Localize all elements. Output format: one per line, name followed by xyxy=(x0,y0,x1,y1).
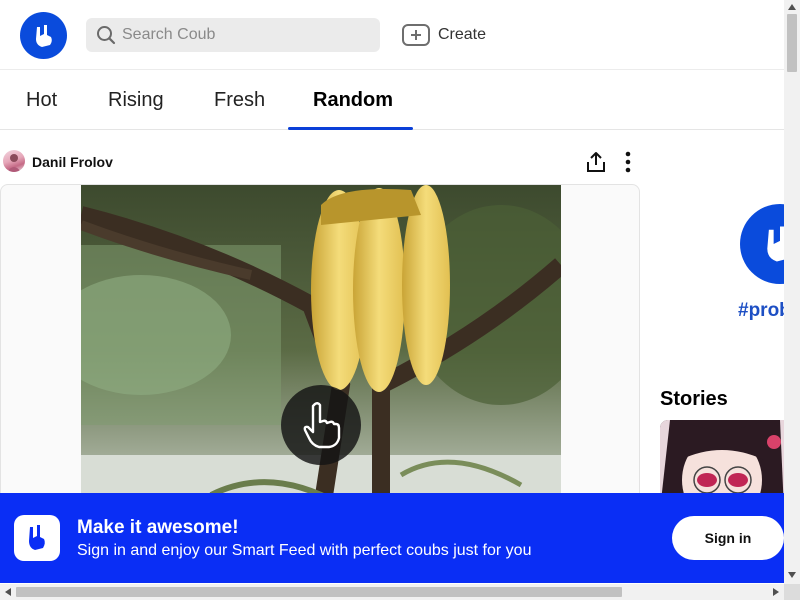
stories-title: Stories xyxy=(660,388,728,410)
more-options-button[interactable] xyxy=(618,150,638,174)
tab-hot[interactable]: Hot xyxy=(26,71,57,130)
scroll-down-arrow[interactable] xyxy=(784,568,800,582)
coub-logo[interactable] xyxy=(20,12,67,59)
tab-fresh[interactable]: Fresh xyxy=(214,71,265,130)
tab-random[interactable]: Random xyxy=(313,71,393,130)
triangle-up-icon xyxy=(788,4,796,10)
active-tab-indicator xyxy=(288,127,413,130)
author-name[interactable]: Danil Frolov xyxy=(32,154,113,170)
play-button[interactable] xyxy=(281,385,361,465)
rock-hand-icon xyxy=(35,24,52,47)
search-bar[interactable] xyxy=(86,18,380,52)
coub-card xyxy=(0,184,640,514)
sidebar-tag-link[interactable]: #prob xyxy=(738,300,791,322)
banner-subtitle: Sign in and enjoy our Smart Feed with pe… xyxy=(77,542,532,559)
coub-video[interactable] xyxy=(81,185,561,513)
search-input[interactable] xyxy=(122,26,362,44)
search-icon xyxy=(97,26,116,45)
pointing-hand-icon xyxy=(303,402,341,449)
plus-box-icon xyxy=(402,24,430,46)
scroll-left-arrow[interactable] xyxy=(0,585,16,599)
vertical-dots-icon xyxy=(625,151,631,173)
tab-rising[interactable]: Rising xyxy=(108,71,164,130)
triangle-down-icon xyxy=(788,572,796,578)
scroll-up-arrow[interactable] xyxy=(784,0,800,14)
author-avatar[interactable] xyxy=(3,150,25,172)
vertical-scroll-thumb[interactable] xyxy=(787,14,797,72)
triangle-right-icon xyxy=(773,588,779,596)
share-upload-icon xyxy=(587,152,605,172)
create-button[interactable]: Create xyxy=(402,22,486,48)
triangle-left-icon xyxy=(5,588,11,596)
scroll-right-arrow[interactable] xyxy=(768,585,784,599)
scrollbar-corner xyxy=(784,584,800,600)
top-header: Create xyxy=(0,0,784,70)
horizontal-scroll-thumb[interactable] xyxy=(16,587,622,597)
banner-logo xyxy=(14,515,60,561)
banner-title: Make it awesome! xyxy=(77,517,239,538)
share-button[interactable] xyxy=(585,150,607,174)
signin-button[interactable]: Sign in xyxy=(672,516,784,560)
feed-tabs: Hot Rising Fresh Random xyxy=(0,71,784,130)
create-label: Create xyxy=(438,26,487,43)
vertical-scrollbar[interactable] xyxy=(784,0,800,584)
post-header: Danil Frolov xyxy=(0,140,640,184)
signin-promo-banner: Make it awesome! Sign in and enjoy our S… xyxy=(0,493,784,583)
rock-hand-icon xyxy=(29,525,45,550)
